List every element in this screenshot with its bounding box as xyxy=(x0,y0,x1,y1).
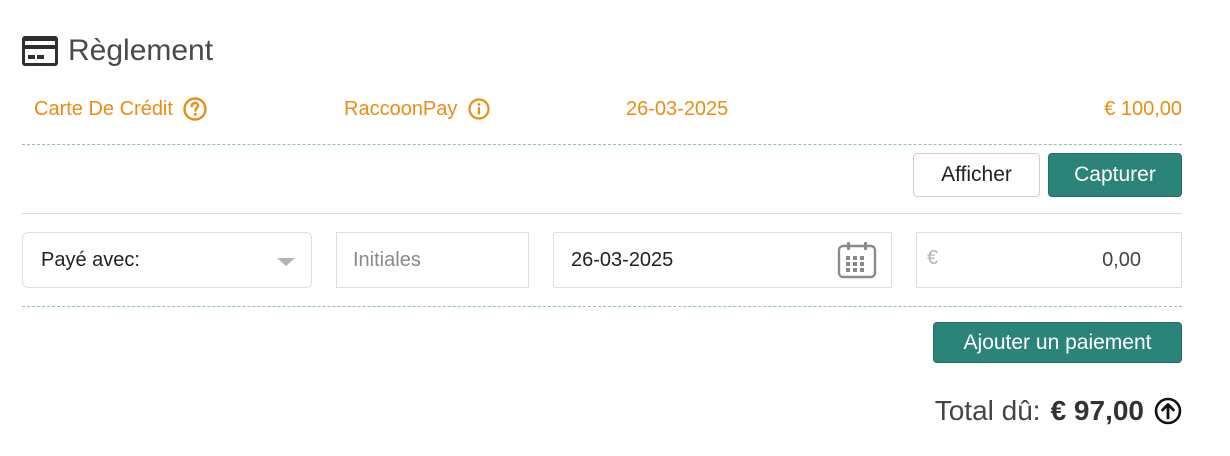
amount-value: 0,00 xyxy=(1102,249,1141,271)
payment-row: Carte De Crédit RaccoonPay 26-03-2025 € … xyxy=(22,94,1182,124)
payment-date-value: 26-03-2025 xyxy=(626,97,729,120)
date-value: 26-03-2025 xyxy=(571,248,674,271)
divider xyxy=(22,213,1182,214)
payment-amount-value: € 100,00 xyxy=(1104,97,1182,120)
initials-input[interactable]: Initiales xyxy=(336,232,529,288)
paid-with-select[interactable]: Payé avec: xyxy=(22,232,312,288)
question-circle-icon[interactable] xyxy=(183,97,207,121)
currency-symbol: € xyxy=(927,247,939,269)
payment-provider: RaccoonPay xyxy=(344,94,491,124)
section-title: Règlement xyxy=(68,34,214,67)
section-header: Règlement xyxy=(22,34,213,68)
show-button[interactable]: Afficher xyxy=(913,153,1040,197)
payment-method: Carte De Crédit xyxy=(34,94,207,124)
total-amount: € 97,00 xyxy=(1050,395,1144,426)
paid-with-label: Payé avec: xyxy=(41,248,140,271)
payment-date: 26-03-2025 xyxy=(626,94,728,124)
total-due: Total dû: € 97,00 xyxy=(935,393,1182,429)
divider xyxy=(22,144,1182,145)
payment-provider-label: RaccoonPay xyxy=(344,97,458,120)
payment-method-label: Carte De Crédit xyxy=(34,97,173,120)
info-circle-icon[interactable] xyxy=(467,97,491,121)
date-input[interactable]: 26-03-2025 xyxy=(553,232,892,288)
add-payment-button[interactable]: Ajouter un paiement xyxy=(933,322,1182,363)
capture-button[interactable]: Capturer xyxy=(1048,153,1182,197)
calendar-icon[interactable] xyxy=(837,241,877,279)
amount-input[interactable]: € 0,00 xyxy=(916,232,1182,288)
divider xyxy=(22,306,1182,307)
initials-placeholder: Initiales xyxy=(353,248,421,271)
payment-amount: € 100,00 xyxy=(1104,94,1182,124)
arrow-up-circle-icon[interactable] xyxy=(1154,397,1182,425)
credit-card-icon xyxy=(22,36,58,66)
chevron-down-icon xyxy=(277,258,295,266)
total-label: Total dû: xyxy=(934,395,1041,426)
